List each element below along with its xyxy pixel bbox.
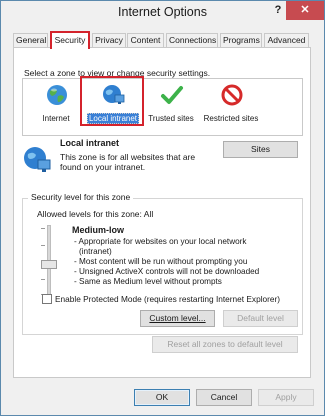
tab-content[interactable]: Content bbox=[127, 33, 164, 48]
selected-zone-name: Local intranet bbox=[60, 138, 120, 148]
zone-trusted-sites[interactable]: Trusted sites bbox=[141, 79, 201, 135]
selected-zone-description: This zone is for all websites that are f… bbox=[60, 152, 196, 172]
security-level-description: - Appropriate for websites on your local… bbox=[74, 237, 289, 287]
protected-mode-checkbox[interactable] bbox=[42, 294, 52, 304]
apply-button[interactable]: Apply bbox=[258, 389, 314, 406]
protected-mode-label: Enable Protected Mode (requires restarti… bbox=[55, 294, 281, 304]
tab-connections[interactable]: Connections bbox=[166, 33, 218, 48]
tab-security[interactable]: Security bbox=[50, 31, 90, 49]
allowed-levels-text: Allowed levels for this zone: All bbox=[37, 209, 154, 219]
level-detail-line: - Unsigned ActiveX controls will not be … bbox=[74, 267, 260, 276]
zone-list[interactable]: Internet Local intranet Trusted sites Re… bbox=[22, 76, 303, 136]
zone-instruction: Select a zone to view or change security… bbox=[24, 68, 211, 78]
default-level-button[interactable]: Default level bbox=[223, 310, 298, 327]
security-level-group-title: Security level for this zone bbox=[28, 192, 134, 202]
zone-internet[interactable]: Internet bbox=[26, 79, 86, 135]
zone-local-intranet[interactable]: Local intranet bbox=[83, 79, 143, 135]
title-bar[interactable]: Internet Options ? ✕ bbox=[1, 1, 324, 25]
globe-icon bbox=[47, 85, 67, 105]
checkmark-icon bbox=[161, 86, 183, 104]
protected-mode-row[interactable]: Enable Protected Mode (requires restarti… bbox=[42, 294, 280, 304]
slider-tick bbox=[41, 228, 45, 229]
custom-level-button[interactable]: Custom level... bbox=[140, 310, 215, 327]
custom-level-label: Custom level... bbox=[149, 313, 206, 323]
cancel-button[interactable]: Cancel bbox=[196, 389, 252, 406]
reset-all-zones-button[interactable]: Reset all zones to default level bbox=[152, 336, 298, 353]
tab-advanced[interactable]: Advanced bbox=[264, 33, 309, 48]
tab-general[interactable]: General bbox=[13, 33, 48, 48]
zone-label: Local intranet bbox=[86, 113, 140, 124]
zone-label: Restricted sites bbox=[203, 114, 259, 123]
intranet-globe-icon bbox=[103, 85, 125, 104]
security-level-slider-thumb[interactable] bbox=[41, 260, 57, 269]
tab-privacy[interactable]: Privacy bbox=[92, 33, 126, 48]
intranet-globe-icon bbox=[24, 147, 51, 172]
security-level-name: Medium-low bbox=[72, 225, 124, 235]
level-detail-line: - Most content will be run without promp… bbox=[74, 257, 248, 266]
level-detail-line: - Same as Medium level without prompts bbox=[74, 277, 222, 286]
internet-options-dialog: Internet Options ? ✕ General Security Pr… bbox=[0, 0, 325, 416]
tab-strip: General Security Privacy Content Connect… bbox=[13, 31, 313, 49]
sites-button[interactable]: Sites bbox=[223, 141, 298, 158]
tab-programs[interactable]: Programs bbox=[220, 33, 262, 48]
help-button[interactable]: ? bbox=[269, 2, 287, 19]
slider-tick bbox=[41, 279, 45, 280]
ok-button[interactable]: OK bbox=[134, 389, 190, 406]
zone-restricted-sites[interactable]: Restricted sites bbox=[201, 79, 261, 135]
restricted-icon bbox=[221, 84, 243, 106]
level-detail-line: - Appropriate for websites on your local… bbox=[74, 237, 247, 246]
close-button[interactable]: ✕ bbox=[286, 1, 324, 20]
level-detail-line: (intranet) bbox=[79, 247, 112, 256]
zone-label: Internet bbox=[42, 114, 70, 123]
security-tab-panel: Select a zone to view or change security… bbox=[13, 47, 311, 378]
zone-label: Trusted sites bbox=[148, 114, 194, 123]
slider-tick bbox=[41, 245, 45, 246]
